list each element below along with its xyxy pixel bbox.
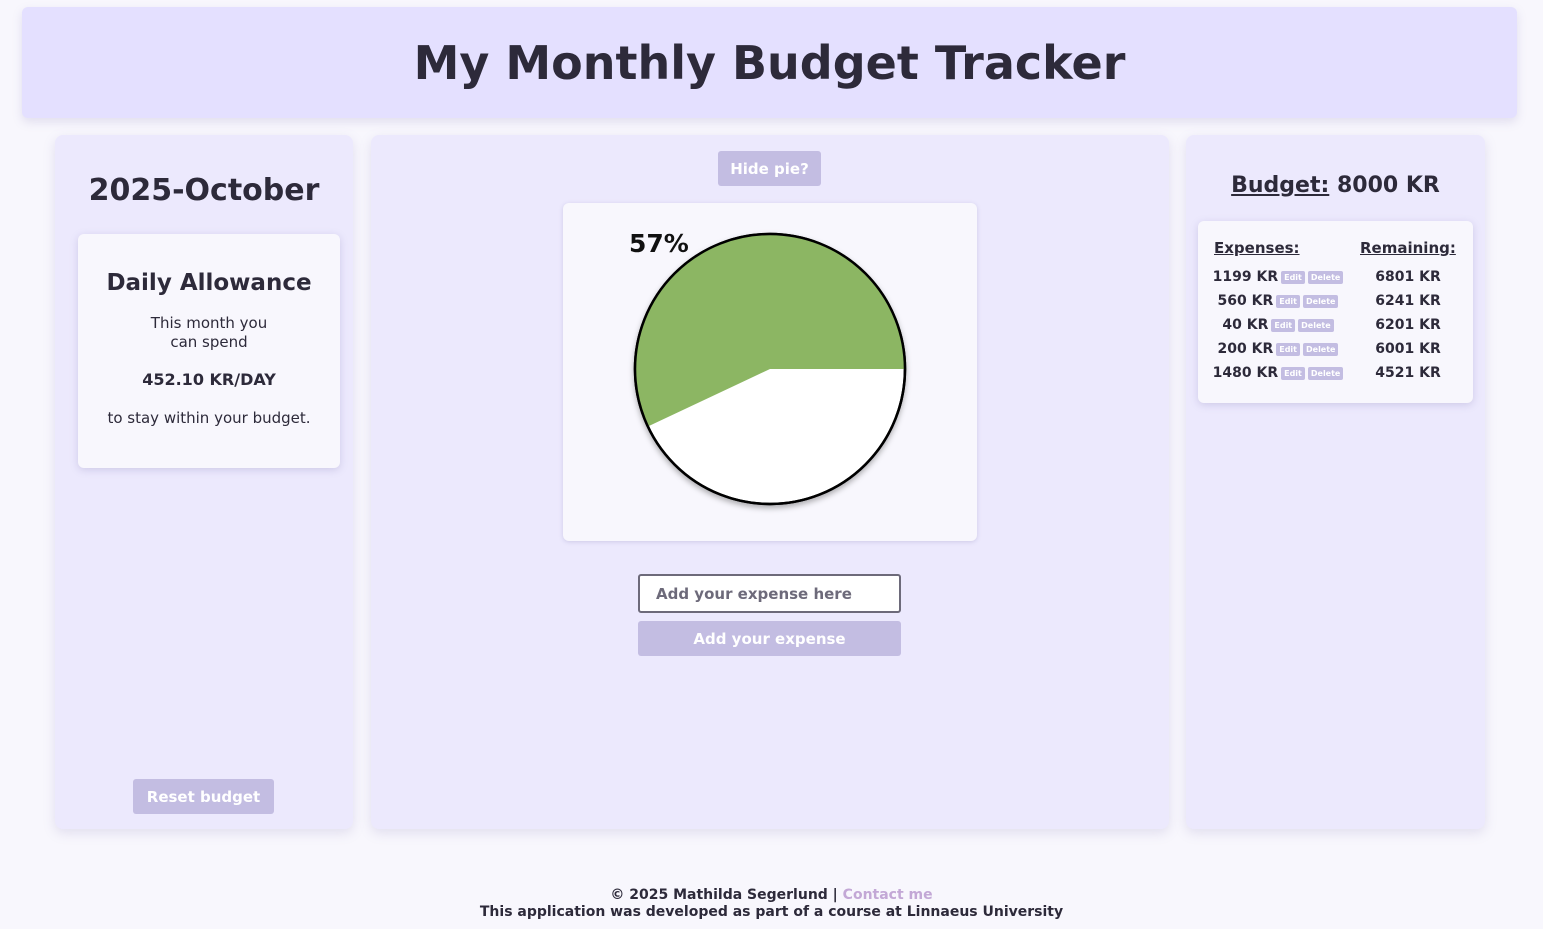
daily-allowance-card: Daily Allowance This month you can spend… (78, 234, 340, 468)
center-panel: Hide pie? 57% Add your expense (371, 135, 1169, 829)
edit-button[interactable]: Edit (1271, 318, 1296, 332)
app-header: My Monthly Budget Tracker (22, 7, 1517, 118)
expense-amount: 1480 KR (1212, 365, 1279, 381)
delete-button[interactable]: Delete (1298, 318, 1334, 332)
expense-amount: 200 KR (1217, 341, 1274, 357)
table-row: 40 KR Edit Delete 6201 KR (1198, 313, 1473, 337)
delete-button[interactable]: Delete (1307, 270, 1344, 284)
table-row: 1199 KR Edit Delete 6801 KR (1198, 265, 1473, 289)
allowance-intro: This month you can spend (78, 314, 340, 352)
footer-line1: © 2025 Mathilda Segerlund | Contact me (0, 887, 1543, 904)
remaining-amount: 6201 KR (1375, 317, 1441, 333)
page-title: My Monthly Budget Tracker (413, 35, 1126, 90)
hide-pie-button[interactable]: Hide pie? (718, 151, 821, 186)
allowance-intro-line2: can spend (170, 333, 248, 351)
left-panel: 2025-October Daily Allowance This month … (55, 135, 353, 829)
edit-button[interactable]: Edit (1276, 342, 1300, 356)
month-title: 2025-October (88, 173, 320, 208)
remaining-amount: 6241 KR (1375, 293, 1441, 309)
allowance-amount: 452.10 KR/DAY (142, 370, 276, 389)
delete-button[interactable]: Delete (1303, 342, 1339, 356)
expenses-header: Expenses: (1214, 239, 1300, 257)
edit-button[interactable]: Edit (1281, 366, 1305, 380)
right-panel: Budget: 8000 KR Expenses: Remaining: 119… (1186, 135, 1485, 829)
table-row: 1480 KR Edit Delete 4521 KR (1198, 361, 1473, 385)
budget-value: 8000 KR (1336, 173, 1440, 198)
edit-button[interactable]: Edit (1276, 294, 1300, 308)
delete-button[interactable]: Delete (1307, 366, 1344, 380)
add-expense-button[interactable]: Add your expense (638, 621, 901, 656)
contact-link[interactable]: Contact me (843, 887, 933, 903)
expense-rows: 1199 KR Edit Delete 6801 KR 560 KR Edit Dele… (1198, 265, 1473, 385)
footer: © 2025 Mathilda Segerlund | Contact me T… (0, 887, 1543, 921)
pie-card: 57% (563, 203, 977, 541)
expense-amount: 560 KR (1217, 293, 1274, 309)
copyright-text: © 2025 Mathilda Segerlund | (610, 887, 838, 903)
remaining-amount: 6001 KR (1375, 341, 1441, 357)
reset-budget-button[interactable]: Reset budget (133, 779, 274, 814)
expense-table: Expenses: Remaining: 1199 KR Edit Delete 6… (1198, 221, 1473, 403)
remaining-amount: 4521 KR (1375, 365, 1441, 381)
allowance-title: Daily Allowance (106, 270, 312, 296)
table-row: 200 KR Edit Delete 6001 KR (1198, 337, 1473, 361)
edit-button[interactable]: Edit (1281, 270, 1305, 284)
delete-button[interactable]: Delete (1303, 294, 1339, 308)
allowance-outro: to stay within your budget. (107, 409, 311, 427)
pie-chart (633, 232, 907, 506)
remaining-amount: 6801 KR (1375, 269, 1441, 285)
remaining-header: Remaining: (1360, 239, 1456, 257)
allowance-intro-line1: This month you (150, 314, 268, 332)
budget-title: Budget: 8000 KR (1186, 173, 1485, 198)
table-row: 560 KR Edit Delete 6241 KR (1198, 289, 1473, 313)
budget-label: Budget: (1231, 173, 1330, 198)
expense-amount: 40 KR (1222, 317, 1269, 333)
expense-amount: 1199 KR (1212, 269, 1279, 285)
pie-percent-label: 57% (629, 229, 689, 258)
expense-input[interactable] (638, 574, 901, 613)
footer-note: This application was developed as part o… (479, 904, 1064, 920)
